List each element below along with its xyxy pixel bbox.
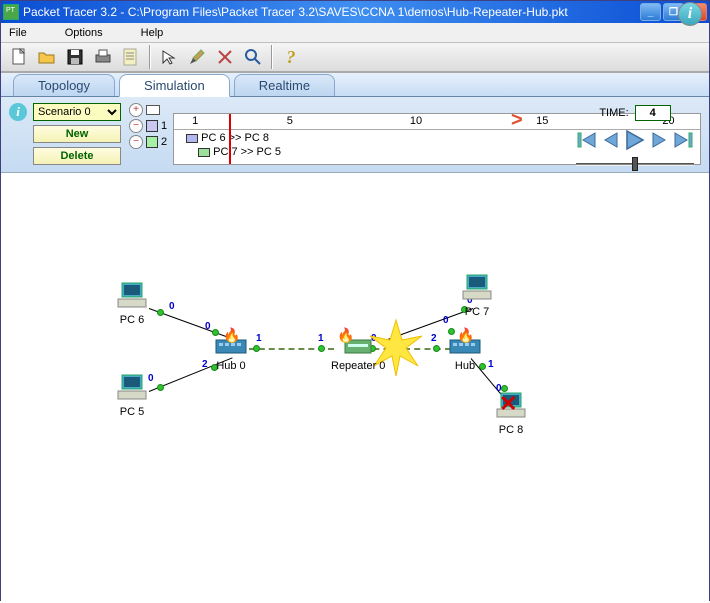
port-label: 0 <box>148 373 154 384</box>
legend-idx-1: 1 <box>161 120 167 132</box>
info-icon[interactable]: i <box>678 2 702 26</box>
scenario-info-icon[interactable]: i <box>9 103 27 121</box>
skip-forward-button[interactable] <box>671 129 695 151</box>
device-hub0[interactable]: 🔥 Hub 0 <box>215 339 247 372</box>
speed-slider[interactable] <box>576 159 694 169</box>
device-pc8[interactable]: PC 8 ✕ <box>495 391 527 436</box>
legend-swatch-1 <box>146 120 158 132</box>
scenario-select[interactable]: Scenario 0 <box>33 103 121 121</box>
help-icon[interactable]: ? <box>278 44 304 70</box>
spark-icon: 🔥 <box>337 327 354 344</box>
play-button[interactable] <box>621 127 649 153</box>
tab-simulation[interactable]: Simulation <box>119 74 230 97</box>
slider-thumb[interactable] <box>632 157 638 171</box>
menu-options[interactable]: Options <box>65 27 103 39</box>
spark-icon: 🔥 <box>457 327 474 344</box>
port-dot <box>157 384 164 391</box>
window-title: Packet Tracer 3.2 - C:\Program Files\Pac… <box>23 5 640 19</box>
legend-swatch-2 <box>146 136 158 148</box>
remove-pdu-2-icon[interactable]: − <box>129 135 143 149</box>
time-label: TIME: <box>599 107 628 119</box>
magnify-icon[interactable] <box>240 44 266 70</box>
new-file-icon[interactable] <box>6 44 32 70</box>
forward-arrow-icon[interactable]: > <box>511 109 523 132</box>
open-file-icon[interactable] <box>34 44 60 70</box>
port-label: 0 <box>205 321 211 332</box>
time-field[interactable] <box>635 105 671 121</box>
playhead[interactable] <box>229 114 231 164</box>
select-icon[interactable] <box>156 44 182 70</box>
separator <box>149 45 151 69</box>
port-label: 0 <box>169 301 175 312</box>
toolbar: ? i <box>1 43 709 73</box>
menu-help[interactable]: Help <box>141 27 164 39</box>
notes-icon[interactable] <box>118 44 144 70</box>
tab-bar: Topology Simulation Realtime <box>1 73 709 97</box>
app-icon <box>3 4 19 20</box>
port-dot <box>212 329 219 336</box>
envelope-icon <box>146 105 160 115</box>
tab-realtime[interactable]: Realtime <box>234 74 335 96</box>
port-label: 1 <box>488 359 494 370</box>
simulation-controls: i Scenario 0 New Delete + − 1 − 2 1 5 10… <box>1 97 709 173</box>
port-dot <box>253 345 260 352</box>
device-pc7[interactable]: PC 7 <box>461 273 493 318</box>
spark-icon: 🔥 <box>223 327 240 344</box>
port-label: 1 <box>256 333 262 344</box>
legend-idx-2: 2 <box>161 136 167 148</box>
menu-bar: File Options Help <box>1 23 709 43</box>
fail-x-icon: ✕ <box>499 391 517 417</box>
title-bar: Packet Tracer 3.2 - C:\Program Files\Pac… <box>1 1 709 23</box>
separator <box>271 45 273 69</box>
new-scenario-button[interactable]: New <box>33 125 121 143</box>
step-back-button[interactable] <box>599 129 621 151</box>
envelope-green-icon <box>198 148 210 157</box>
envelope-blue-icon <box>186 134 198 143</box>
delete-icon[interactable] <box>212 44 238 70</box>
device-hub1[interactable]: 🔥 Hub <box>449 339 481 372</box>
port-label: 2 <box>202 359 208 370</box>
delete-scenario-button[interactable]: Delete <box>33 147 121 165</box>
playback-controls <box>575 127 695 153</box>
port-dot <box>157 309 164 316</box>
device-rep0[interactable]: 🔥 Repeater 0 <box>331 339 385 372</box>
port-dot <box>433 345 440 352</box>
device-pc5[interactable]: PC 5 <box>116 373 148 418</box>
save-icon[interactable] <box>62 44 88 70</box>
step-forward-button[interactable] <box>649 129 671 151</box>
device-pc6[interactable]: PC 6 <box>116 281 148 326</box>
tab-topology[interactable]: Topology <box>13 74 115 96</box>
port-label: 2 <box>431 333 437 344</box>
port-label: 1 <box>318 333 324 344</box>
minimize-button[interactable]: _ <box>640 3 661 21</box>
port-label: 0 <box>443 315 449 326</box>
add-pdu-icon[interactable]: + <box>129 103 143 117</box>
skip-back-button[interactable] <box>575 129 599 151</box>
port-dot <box>318 345 325 352</box>
remove-pdu-1-icon[interactable]: − <box>129 119 143 133</box>
print-icon[interactable] <box>90 44 116 70</box>
brush-icon[interactable] <box>184 44 210 70</box>
topology-canvas[interactable]: 0 0 0 2 1 1 0 2 0 0 1 0 PC 6 PC 5 PC 7 P… <box>1 173 709 603</box>
port-dot <box>448 328 455 335</box>
menu-file[interactable]: File <box>9 27 27 39</box>
